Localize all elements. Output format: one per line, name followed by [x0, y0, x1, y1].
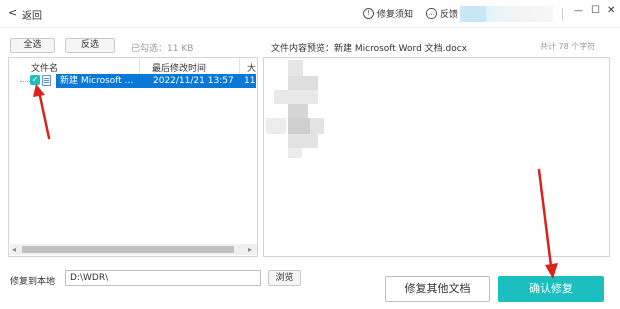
column-separator[interactable] [239, 58, 240, 75]
row-modified: 2022/11/21 13:57 [153, 76, 234, 86]
titlebar-divider [562, 8, 563, 20]
repair-other-button[interactable]: 修复其他文档 [385, 276, 490, 302]
preview-title: 文件内容预览：新建 Microsoft Word 文档.docx [271, 44, 468, 54]
chevron-left-icon: < [8, 6, 18, 19]
row-size: 11 [244, 76, 256, 86]
column-header-filename[interactable]: 文件名 [31, 61, 58, 74]
repair-notes-label: 修复须知 [377, 10, 414, 20]
column-header-size[interactable]: 大 [247, 61, 257, 74]
table-row[interactable]: 新建 Microsoft ... 2022/11/21 13:57 11 [56, 74, 256, 88]
repair-notes-link[interactable]: ! 修复须知 [363, 7, 423, 21]
chat-bubble-icon: … [426, 8, 437, 19]
file-list: 文件名 最后修改时间 大 ✓ 新建 Microsoft ... 2022/11/… [8, 57, 258, 257]
column-separator[interactable] [139, 58, 140, 75]
preview-pane [263, 57, 610, 257]
file-checkbox[interactable]: ✓ [30, 75, 40, 85]
row-filename: 新建 Microsoft ... [60, 76, 134, 86]
title-bar: < 返回 ! 修复须知 … 反馈 — ☐ ✕ [0, 0, 620, 28]
avatar [461, 6, 486, 22]
feedback-label: 反馈 [440, 10, 459, 20]
tree-connector [20, 81, 30, 82]
back-label: 返回 [22, 11, 42, 22]
select-all-button[interactable]: 全选 [10, 38, 55, 53]
document-icon [42, 75, 51, 86]
scroll-right-icon[interactable]: ▸ [248, 244, 252, 255]
selected-size-info: 已勾选：11 KB [131, 44, 194, 54]
file-list-header: 文件名 最后修改时间 大 [9, 58, 257, 75]
confirm-repair-button[interactable]: 确认修复 [498, 276, 604, 302]
column-header-modified[interactable]: 最后修改时间 [152, 61, 206, 74]
char-count: 共计 78 个字符 [540, 42, 596, 51]
close-icon[interactable]: ✕ [607, 5, 615, 16]
minimize-icon[interactable]: — [574, 6, 583, 16]
save-location-label: 修复到本地 [10, 277, 56, 287]
file-repair-window: < 返回 ! 修复须知 … 反馈 — ☐ ✕ 全选 反选 已勾选：11 KB 文… [0, 0, 620, 309]
maximize-icon[interactable]: ☐ [591, 5, 600, 16]
horizontal-scrollbar[interactable]: ◂ ▸ [10, 244, 257, 255]
blurred-preview-content [266, 60, 326, 158]
save-path-input[interactable] [65, 270, 261, 286]
scrollbar-thumb[interactable] [22, 246, 234, 253]
checkmark-icon: ✓ [31, 75, 39, 84]
browse-button[interactable]: 浏览 [268, 270, 301, 286]
scroll-left-icon[interactable]: ◂ [12, 244, 16, 255]
info-icon: ! [363, 8, 374, 19]
invert-selection-button[interactable]: 反选 [65, 38, 115, 53]
